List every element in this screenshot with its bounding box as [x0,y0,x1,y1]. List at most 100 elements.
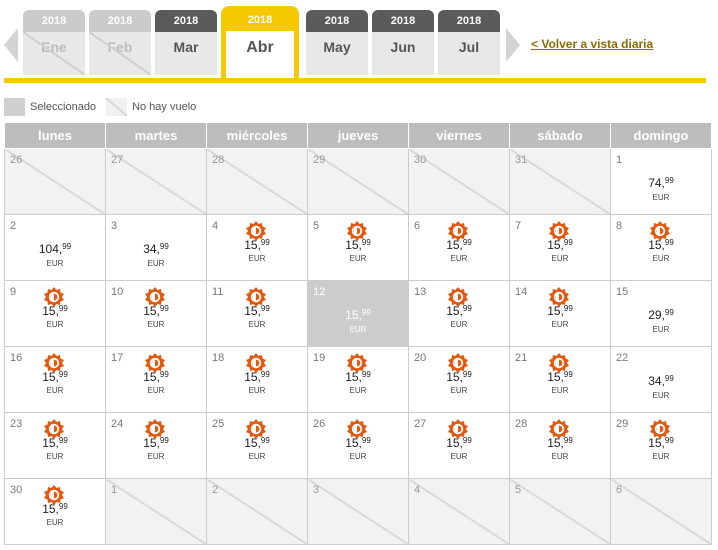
fare-price-cents: 99 [462,436,472,445]
calendar-day[interactable]: 10 15,99 EUR [105,280,207,347]
fare-price: 15,99 [106,304,206,318]
calendar-day[interactable]: 22 34,99 EUR [610,346,712,413]
day-number: 13 [414,286,427,298]
fare-currency: EUR [551,452,569,461]
calendar-day[interactable]: 14 15,99 EUR [509,280,611,347]
fare-price-units: 34, [143,242,160,256]
calendar-day[interactable]: 20 15,99 EUR [408,346,510,413]
fare-price: 15,99 [308,370,408,384]
calendar-day-no-flight: 30 [408,148,510,215]
fare-currency: EUR [46,259,64,268]
calendar-day[interactable]: 25 15,99 EUR [206,412,308,479]
selected-swatch [4,98,25,116]
calendar-day[interactable]: 7 15,99 EUR [509,214,611,281]
calendar-day[interactable]: 13 15,99 EUR [408,280,510,347]
fare-price-units: 15, [244,304,261,318]
calendar-day[interactable]: 6 15,99 EUR [408,214,510,281]
calendar-day[interactable]: 27 15,99 EUR [408,412,510,479]
fare-currency: EUR [248,320,266,329]
day-number: 9 [10,286,17,298]
day-number: 25 [212,418,225,430]
tab-year: 2018 [23,10,85,32]
weekday-header: jueves [307,122,409,149]
calendar-day[interactable]: 2 104,99 EUR [4,214,106,281]
day-number: 5 [313,220,320,232]
calendar-day[interactable]: 15 29,99 EUR [610,280,712,347]
fare-price: 34,99 [611,374,711,388]
fare-price-cents: 99 [260,304,270,313]
fare-currency: EUR [147,452,165,461]
day-number: 22 [616,352,629,364]
calendar-day[interactable]: 30 15,99 EUR [4,478,106,545]
fare-currency: EUR [551,320,569,329]
calendar-day[interactable]: 9 15,99 EUR [4,280,106,347]
fare-currency: EUR [147,320,165,329]
calendar-day[interactable]: 16 15,99 EUR [4,346,106,413]
fare-currency: EUR [652,254,670,263]
calendar-day[interactable]: 17 15,99 EUR [105,346,207,413]
calendar-day-no-flight: 26 [4,148,106,215]
calendar-day[interactable]: 29 15,99 EUR [610,412,712,479]
calendar-day[interactable]: 28 15,99 EUR [509,412,611,479]
day-number: 27 [414,418,427,430]
tab-month-label: May [323,39,351,55]
calendar-week-row: 30 15,99 EUR 1 2 3 4 5 6 [4,478,712,545]
day-number: 3 [111,220,118,232]
fare-price: 15,99 [409,436,509,450]
fare-price-cents: 99 [563,370,573,379]
calendar-day-no-flight: 28 [206,148,308,215]
fare-price: 15,99 [308,238,408,252]
fare-price: 15,99 [308,308,408,322]
fare-price: 34,99 [106,242,206,256]
tab-year: 2018 [155,10,217,32]
calendar-day[interactable]: 24 15,99 EUR [105,412,207,479]
fare-price-units: 15, [345,436,362,450]
day-number: 30 [10,484,23,496]
calendar-day[interactable]: 18 15,99 EUR [206,346,308,413]
calendar-day-no-flight: 3 [307,478,409,545]
day-number: 28 [515,418,528,430]
back-to-daily-view-link[interactable]: < Volver a vista diaria [531,37,653,51]
tab-month-jun[interactable]: 2018 Jun [372,10,434,75]
fare-price: 15,99 [207,304,307,318]
calendar-day[interactable]: 19 15,99 EUR [307,346,409,413]
fare-price: 15,99 [510,238,610,252]
calendar-day[interactable]: 12 15,99 EUR [307,280,409,347]
prev-months-arrow-icon[interactable] [4,28,18,62]
calendar-day[interactable]: 11 15,99 EUR [206,280,308,347]
tab-month-mar[interactable]: 2018 Mar [155,10,217,75]
tab-year: 2018 [306,10,368,32]
fare-price: 15,99 [611,238,711,252]
calendar-day[interactable]: 23 15,99 EUR [4,412,106,479]
fare-price: 15,99 [207,370,307,384]
fare-calendar: lunes martes miércoles jueves viernes sá… [4,122,712,545]
tab-month-may[interactable]: 2018 May [306,10,368,75]
fare-price: 15,99 [409,238,509,252]
fare-currency: EUR [248,452,266,461]
fare-price-cents: 99 [563,436,573,445]
calendar-day[interactable]: 4 15,99 EUR [206,214,308,281]
fare-currency: EUR [349,452,367,461]
fare-currency: EUR [450,452,468,461]
weekday-header: domingo [610,122,712,149]
day-number: 4 [414,484,421,496]
fare-price-units: 15, [42,436,59,450]
fare-currency: EUR [551,254,569,263]
fare-price-units: 15, [446,304,463,318]
calendar-day[interactable]: 1 74,99 EUR [610,148,712,215]
fare-price-cents: 99 [159,370,169,379]
tab-month-abr[interactable]: 2018 Abr [221,6,299,83]
calendar-day[interactable]: 21 15,99 EUR [509,346,611,413]
fare-currency: EUR [652,391,670,400]
calendar-day[interactable]: 3 34,99 EUR [105,214,207,281]
day-number: 1 [111,484,118,496]
tab-month-jul[interactable]: 2018 Jul [438,10,500,75]
fare-currency: EUR [450,254,468,263]
calendar-day[interactable]: 26 15,99 EUR [307,412,409,479]
calendar-day-no-flight: 27 [105,148,207,215]
fare-price-units: 15, [446,238,463,252]
calendar-day[interactable]: 5 15,99 EUR [307,214,409,281]
next-months-arrow-icon[interactable] [506,28,520,62]
fare-price: 15,99 [409,370,509,384]
calendar-day[interactable]: 8 15,99 EUR [610,214,712,281]
